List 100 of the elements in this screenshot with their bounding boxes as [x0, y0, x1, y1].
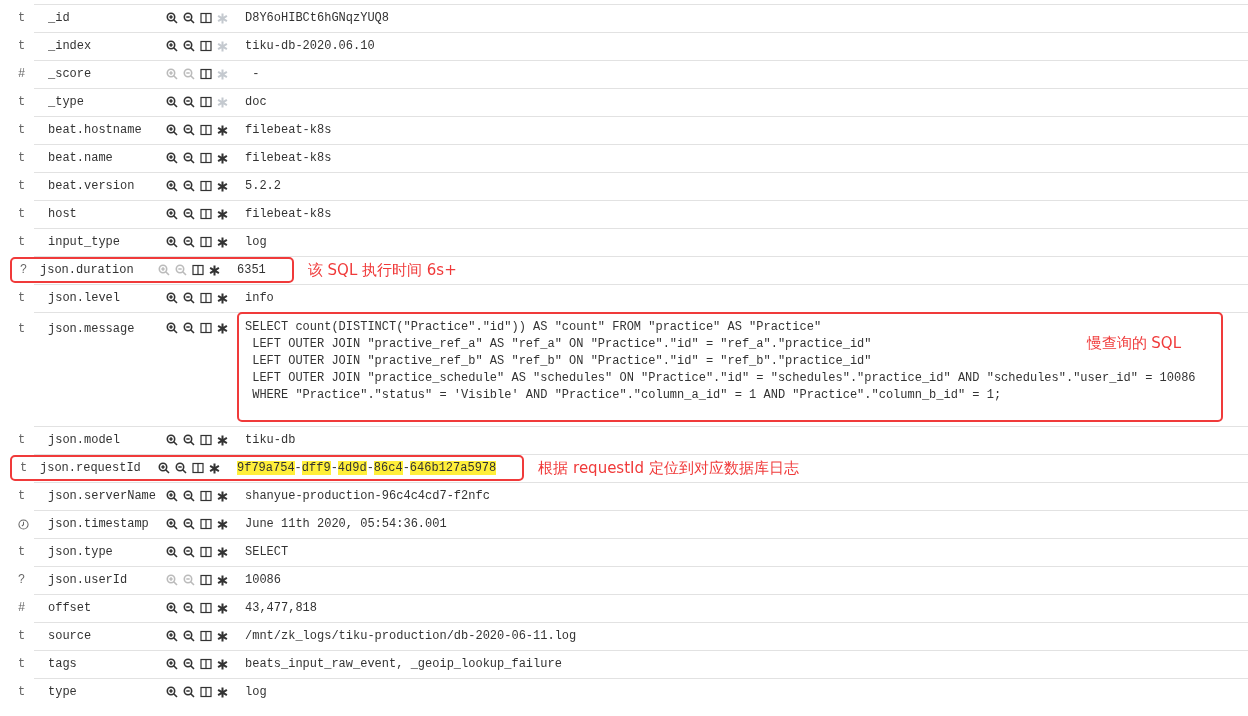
columns-icon[interactable] — [200, 208, 212, 220]
zoom-in-icon[interactable] — [166, 630, 178, 642]
field-type: t — [18, 489, 26, 503]
columns-icon[interactable] — [200, 322, 212, 334]
field-value: June 11th 2020, 05:54:36.001 — [245, 517, 447, 531]
zoom-out-icon[interactable] — [183, 292, 195, 304]
zoom-out-icon[interactable] — [183, 40, 195, 52]
columns-icon[interactable] — [200, 574, 212, 586]
zoom-out-icon[interactable] — [183, 152, 195, 164]
zoom-out-icon[interactable] — [183, 434, 195, 446]
zoom-in-icon[interactable] — [166, 546, 178, 558]
columns-icon[interactable] — [200, 630, 212, 642]
columns-icon[interactable] — [200, 68, 212, 80]
asterisk-icon[interactable] — [217, 208, 228, 220]
zoom-out-icon[interactable] — [183, 236, 195, 248]
field-name: json.duration — [40, 263, 135, 277]
columns-icon[interactable] — [200, 546, 212, 558]
columns-icon[interactable] — [200, 40, 212, 52]
columns-icon[interactable] — [200, 124, 212, 136]
field-name: beat.version — [48, 179, 136, 193]
asterisk-icon[interactable] — [217, 518, 228, 530]
field-value: 6351 — [237, 263, 266, 277]
asterisk-icon[interactable] — [217, 686, 228, 698]
columns-icon[interactable] — [192, 264, 204, 276]
zoom-out-icon[interactable] — [183, 124, 195, 136]
zoom-in-icon[interactable] — [166, 518, 178, 530]
columns-icon[interactable] — [200, 434, 212, 446]
asterisk-icon[interactable] — [217, 490, 228, 502]
zoom-in-icon[interactable] — [166, 490, 178, 502]
zoom-out-icon[interactable] — [183, 518, 195, 530]
zoom-in-icon[interactable] — [166, 124, 178, 136]
zoom-out-icon[interactable] — [183, 12, 195, 24]
zoom-in-icon[interactable] — [166, 602, 178, 614]
field-name: host — [48, 207, 78, 221]
field-type: t — [18, 123, 26, 137]
columns-icon[interactable] — [200, 236, 212, 248]
field-value: D8Y6oHIBCt6hGNqzYUQ8 — [245, 11, 390, 25]
zoom-in-icon[interactable] — [158, 462, 170, 474]
zoom-in-icon[interactable] — [166, 12, 178, 24]
columns-icon[interactable] — [200, 490, 212, 502]
field-value: - — [251, 67, 260, 81]
asterisk-icon[interactable] — [217, 434, 228, 446]
zoom-out-icon[interactable] — [183, 96, 195, 108]
zoom-in-icon[interactable] — [166, 236, 178, 248]
zoom-out-icon[interactable] — [183, 180, 195, 192]
columns-icon[interactable] — [200, 152, 212, 164]
asterisk-icon[interactable] — [217, 292, 228, 304]
columns-icon[interactable] — [200, 686, 212, 698]
columns-icon[interactable] — [200, 658, 212, 670]
zoom-in-icon[interactable] — [166, 658, 178, 670]
zoom-out-icon[interactable] — [183, 546, 195, 558]
zoom-out-icon[interactable] — [175, 462, 187, 474]
zoom-in-icon[interactable] — [166, 686, 178, 698]
zoom-out-icon[interactable] — [183, 630, 195, 642]
zoom-in-icon[interactable] — [166, 322, 178, 334]
clock-icon — [18, 518, 29, 530]
asterisk-icon[interactable] — [217, 180, 228, 192]
asterisk-icon[interactable] — [217, 658, 228, 670]
zoom-out-icon[interactable] — [183, 686, 195, 698]
asterisk-icon[interactable] — [217, 630, 228, 642]
field-name: offset — [48, 601, 93, 615]
asterisk-icon[interactable] — [209, 264, 220, 276]
columns-icon[interactable] — [200, 12, 212, 24]
columns-icon[interactable] — [200, 602, 212, 614]
asterisk-icon[interactable] — [209, 462, 220, 474]
field-name: json.requestId — [40, 461, 142, 475]
zoom-out-icon[interactable] — [183, 322, 195, 334]
asterisk-icon[interactable] — [217, 124, 228, 136]
field-type: t — [18, 545, 26, 559]
field-type: t — [18, 235, 26, 249]
field-value: log — [245, 685, 267, 699]
columns-icon[interactable] — [200, 518, 212, 530]
columns-icon[interactable] — [200, 292, 212, 304]
zoom-in-icon[interactable] — [166, 180, 178, 192]
zoom-in-icon[interactable] — [166, 434, 178, 446]
asterisk-icon[interactable] — [217, 574, 228, 586]
asterisk-icon[interactable] — [217, 322, 228, 334]
zoom-in-icon[interactable] — [166, 40, 178, 52]
sql-line: LEFT OUTER JOIN "practive_ref_a" AS "ref_a" ON "Practice"."id" = "ref_a"."practice_id" — [251, 336, 872, 353]
columns-icon[interactable] — [200, 96, 212, 108]
asterisk-icon[interactable] — [217, 602, 228, 614]
columns-icon[interactable] — [192, 462, 204, 474]
field-value: tiku-db — [245, 433, 296, 447]
field-type: # — [18, 67, 26, 81]
columns-icon[interactable] — [200, 180, 212, 192]
zoom-in-icon[interactable] — [166, 208, 178, 220]
zoom-out-icon[interactable] — [183, 208, 195, 220]
asterisk-icon[interactable] — [217, 152, 228, 164]
field-name: _index — [48, 39, 93, 53]
zoom-out-icon[interactable] — [183, 658, 195, 670]
asterisk-icon[interactable] — [217, 236, 228, 248]
zoom-in-icon[interactable] — [166, 152, 178, 164]
zoom-out-icon[interactable] — [183, 602, 195, 614]
zoom-in-icon[interactable] — [166, 292, 178, 304]
field-value: beats_input_raw_event, _geoip_lookup_failure — [245, 657, 562, 671]
asterisk-icon[interactable] — [217, 546, 228, 558]
field-value: log — [245, 235, 267, 249]
zoom-in-icon[interactable] — [166, 96, 178, 108]
field-type: t — [20, 461, 28, 475]
zoom-out-icon[interactable] — [183, 490, 195, 502]
